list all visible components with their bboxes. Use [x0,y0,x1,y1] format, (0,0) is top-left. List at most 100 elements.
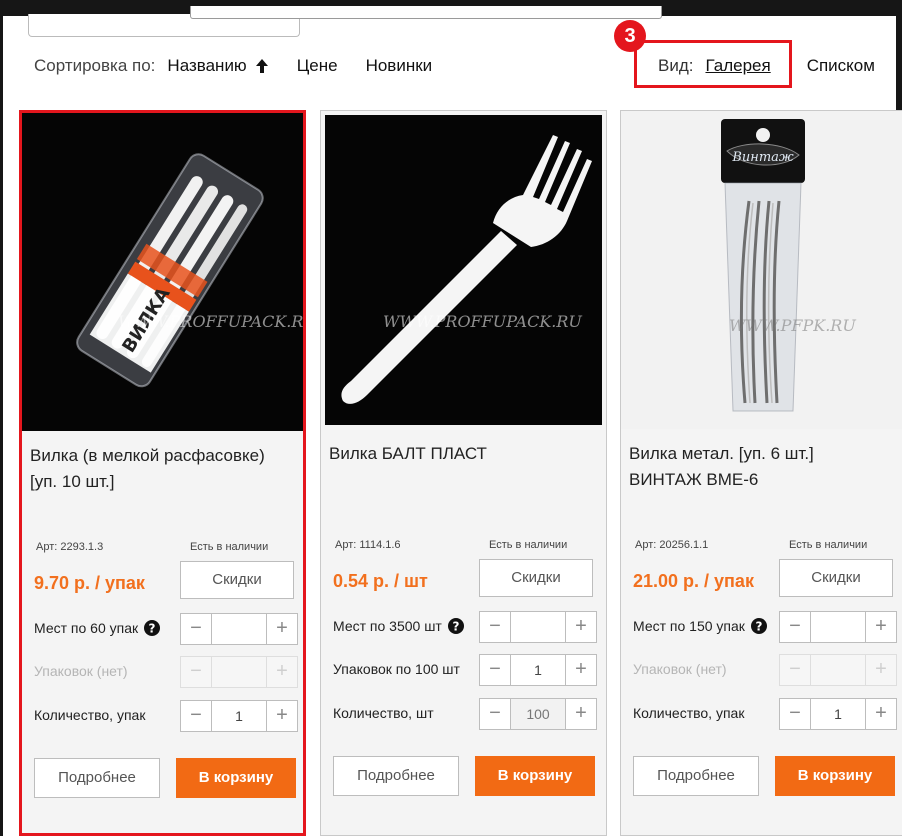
product-image[interactable]: ВИЛКА WWW.PROFFUPACK.RU [22,113,303,431]
places-stepper: − + [779,611,897,643]
quantity-label: Количество, упак [34,707,146,723]
add-to-cart-button[interactable]: В корзину [475,756,595,796]
view-list-link[interactable]: Списком [807,56,875,76]
details-button[interactable]: Подробнее [34,758,160,798]
sort-by-price[interactable]: Цене [297,56,338,76]
sort-by-new[interactable]: Новинки [366,56,433,76]
plus-button[interactable]: + [865,611,897,643]
product-image[interactable]: Винтаж WWW.PFPK.RU [621,111,902,429]
minus-button[interactable]: − [180,700,212,732]
places-label: Мест по 60 упак ? [34,620,161,636]
minus-button[interactable]: − [779,698,811,730]
watermark: WWW.PROFFUPACK.RU [118,312,303,331]
product-art: Арт: 2293.1.3 [36,541,104,553]
packs-label: Упаковок (нет) [34,663,128,679]
details-button[interactable]: Подробнее [333,756,459,796]
quantity-input[interactable]: 1 [811,698,865,730]
plus-button[interactable]: + [865,654,897,686]
places-input[interactable] [811,611,865,643]
product-card: Винтаж WWW.PFPK.RU Вилка метал. [уп. 6 ш… [620,110,902,836]
sort-label: Сортировка по: [34,56,156,75]
plus-button[interactable]: + [565,654,597,686]
discounts-button[interactable]: Скидки [479,559,593,597]
quantity-label: Количество, шт [333,705,434,721]
quantity-input[interactable]: 100 [511,698,565,730]
add-to-cart-button[interactable]: В корзину [176,758,296,798]
svg-text:?: ? [452,620,459,634]
minus-button[interactable]: − [779,654,811,686]
minus-button[interactable]: − [180,656,212,688]
places-label-text: Мест по 60 упак [34,620,139,636]
places-label: Мест по 150 упак ? [633,618,767,634]
product-art: Арт: 1114.1.6 [335,539,401,551]
places-label-text: Мест по 150 упак [633,618,745,634]
packs-stepper: − 1 + [479,654,597,686]
quantity-stepper: − 1 + [779,698,897,730]
product-name[interactable]: Вилка (в мелкой расфасовке) [уп. 10 шт.] [30,443,290,495]
product-photo: Винтаж WWW.PFPK.RU [621,111,902,429]
minus-button[interactable]: − [479,698,511,730]
packs-label: Упаковок (нет) [633,661,727,677]
sort-by-name[interactable]: Названию [167,56,268,76]
plus-button[interactable]: + [266,656,298,688]
packs-input[interactable] [212,656,266,688]
product-price: 9.70 р. / упак [34,573,145,593]
window-frame-left [0,0,3,836]
places-input[interactable] [212,613,266,645]
product-price: 0.54 р. / шт [333,571,428,591]
product-art: Арт: 20256.1.1 [635,539,709,551]
minus-button[interactable]: − [479,654,511,686]
minus-button[interactable]: − [479,611,511,643]
discounts-button[interactable]: Скидки [180,561,294,599]
packs-stepper: − + [180,656,298,688]
step-badge: 3 [614,20,646,52]
quantity-input[interactable]: 1 [212,700,266,732]
packs-input[interactable]: 1 [511,654,565,686]
sort-bar: Сортировка по: Названию Цене Новинки [34,52,460,80]
product-price: 21.00 р. / упак [633,571,754,591]
product-photo: WWW.PROFFUPACK.RU [325,115,602,425]
plus-button[interactable]: + [565,698,597,730]
minus-button[interactable]: − [180,613,212,645]
product-image[interactable]: WWW.PROFFUPACK.RU [321,111,606,429]
places-label: Мест по 3500 шт ? [333,618,464,634]
places-label-text: Мест по 3500 шт [333,618,442,634]
minus-button[interactable]: − [779,611,811,643]
quantity-stepper: − 100 + [479,698,597,730]
help-icon[interactable]: ? [447,618,464,634]
details-button[interactable]: Подробнее [633,756,759,796]
quantity-label: Количество, упак [633,705,745,721]
packs-stepper: − + [779,654,897,686]
product-photo: ВИЛКА WWW.PROFFUPACK.RU [22,113,303,431]
places-stepper: − + [479,611,597,643]
plus-button[interactable]: + [865,698,897,730]
add-to-cart-button[interactable]: В корзину [775,756,895,796]
places-input[interactable] [511,611,565,643]
product-card: ВИЛКА WWW.PROFFUPACK.RU Вилка (в мелкой … [19,110,306,836]
highlight-box [634,40,792,88]
availability-status: Есть в наличии [789,539,868,551]
package-label: Винтаж [731,150,794,165]
packs-input[interactable] [811,654,865,686]
search-input[interactable] [190,6,662,19]
packs-label: Упаковок по 100 шт [333,661,460,677]
sort-by-name-label: Названию [167,56,247,75]
availability-status: Есть в наличии [489,539,568,551]
watermark: WWW.PROFFUPACK.RU [383,312,582,331]
product-name[interactable]: Вилка метал. [уп. 6 шт.] ВИНТАЖ ВМЕ-6 [629,441,889,493]
help-icon[interactable]: ? [144,620,161,636]
product-name[interactable]: Вилка БАЛТ ПЛАСТ [329,441,589,467]
product-card: WWW.PROFFUPACK.RU Вилка БАЛТ ПЛАСТ Арт: … [320,110,607,836]
discounts-button[interactable]: Скидки [779,559,893,597]
svg-text:?: ? [755,620,762,634]
plus-button[interactable]: + [266,700,298,732]
plus-button[interactable]: + [266,613,298,645]
arrow-up-icon [255,59,268,73]
svg-text:?: ? [149,622,156,636]
help-icon[interactable]: ? [750,618,767,634]
watermark: WWW.PFPK.RU [729,316,856,335]
availability-status: Есть в наличии [190,541,269,553]
quantity-stepper: − 1 + [180,700,298,732]
plus-button[interactable]: + [565,611,597,643]
places-stepper: − + [180,613,298,645]
